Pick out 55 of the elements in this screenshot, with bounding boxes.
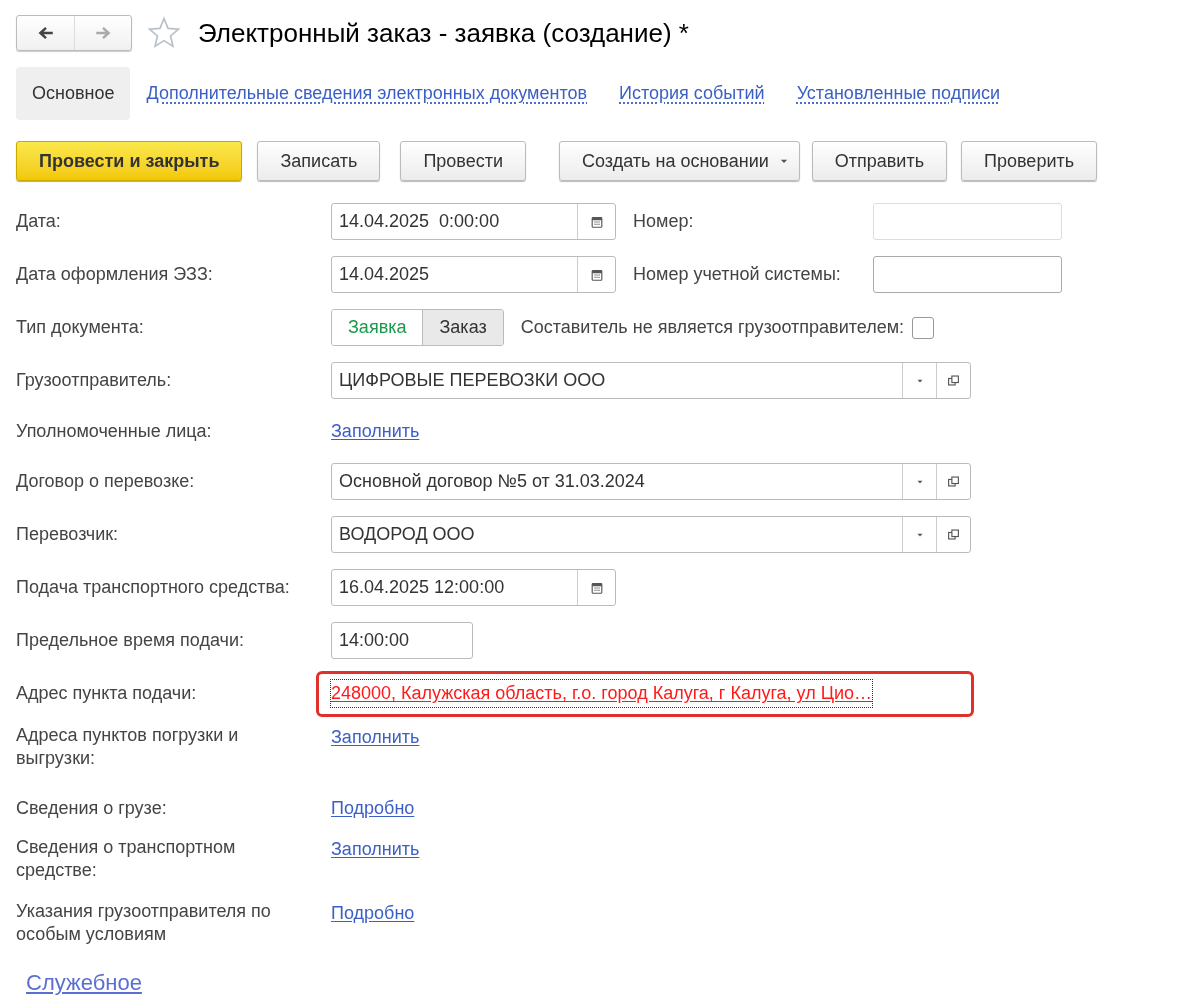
toggle-option[interactable]: Заказ <box>422 310 503 345</box>
checkbox[interactable] <box>912 316 935 339</box>
fill-link[interactable]: Заполнить <box>331 417 420 445</box>
field-label: Сведения о транспортном средстве: <box>16 836 237 882</box>
copy-icon <box>947 475 960 488</box>
select-field[interactable]: ЦИФРОВЫЕ ПЕРЕВОЗКИ ООО <box>331 362 971 399</box>
fill-link[interactable]: Заполнить <box>331 724 420 751</box>
field-label: Адреса пунктов погрузки и выгрузки: <box>16 724 240 770</box>
date-field[interactable]: 14.04.2025 <box>331 256 616 293</box>
date-field[interactable]: 14.04.2025 0:00:00 <box>331 203 616 240</box>
calendar-icon <box>589 214 604 229</box>
field-label: Предельное время подачи: <box>16 629 245 652</box>
field-label: Тип документа: <box>16 316 145 339</box>
field-label: Дата: <box>16 210 62 233</box>
checkbox-label: Составитель не является грузоотправителем: <box>520 316 905 339</box>
field-label: Номер: <box>633 210 695 233</box>
fill-link[interactable]: Подробно <box>331 900 415 927</box>
date-field[interactable]: 16.04.2025 12:00:00 <box>331 569 616 606</box>
star-icon <box>147 16 181 50</box>
copy-icon <box>947 374 960 387</box>
copy-icon <box>947 528 960 541</box>
field-label: Адрес пункта подачи: <box>16 682 198 705</box>
toolbar-button[interactable]: Отправить <box>811 141 948 181</box>
field-label: Перевозчик: <box>16 523 120 546</box>
field-label: Договор о перевозке: <box>16 470 196 493</box>
toolbar-button[interactable]: Записать <box>257 141 381 181</box>
tab[interactable]: Установленные подписи <box>796 80 1001 107</box>
field-label: Указания грузоотправителя по особым условиям <box>16 900 272 946</box>
field-label: Подача транспортного средства: <box>16 576 291 599</box>
field-label: Дата оформления ЭЗЗ: <box>16 263 214 286</box>
left-arrow-icon <box>36 24 55 42</box>
toolbar-button[interactable]: Провести и закрыть <box>16 141 243 181</box>
field-label: Сведения о грузе: <box>16 796 168 820</box>
tab[interactable]: Дополнительные сведения электронных документов <box>146 80 587 107</box>
fill-link[interactable]: Заполнить <box>331 836 420 863</box>
address-link[interactable]: 248000, Калужская область, г.о. город Калуга, г Калуга, ул Цио… <box>331 680 873 707</box>
tab[interactable]: История событий <box>619 80 765 107</box>
number-field[interactable] <box>873 256 1062 293</box>
select-field[interactable]: Основной договор №5 от 31.03.2024 <box>331 463 971 500</box>
right-arrow-icon <box>94 24 112 42</box>
toolbar-button[interactable]: Проверить <box>961 141 1098 181</box>
select-field[interactable]: ВОДОРОД ООО <box>331 516 971 553</box>
favorite-button[interactable] <box>146 15 182 51</box>
toolbar-button[interactable]: Провести <box>400 141 527 181</box>
window-title: Электронный заказ - заявка (создание) * <box>198 16 689 50</box>
fill-link[interactable]: Подробно <box>331 794 415 822</box>
tab[interactable]: Основное <box>16 67 131 120</box>
field-label: Грузоотправитель: <box>16 369 173 392</box>
service-link[interactable]: Служебное <box>26 966 142 999</box>
dropdown-button[interactable]: Создать на основании <box>559 141 800 181</box>
calendar-icon <box>589 580 604 595</box>
time-field[interactable]: 14:00:00 <box>331 622 473 659</box>
calendar-icon <box>589 267 604 282</box>
field-label: Номер учетной системы: <box>633 263 842 286</box>
field-label: Уполномоченные лица: <box>16 419 213 443</box>
